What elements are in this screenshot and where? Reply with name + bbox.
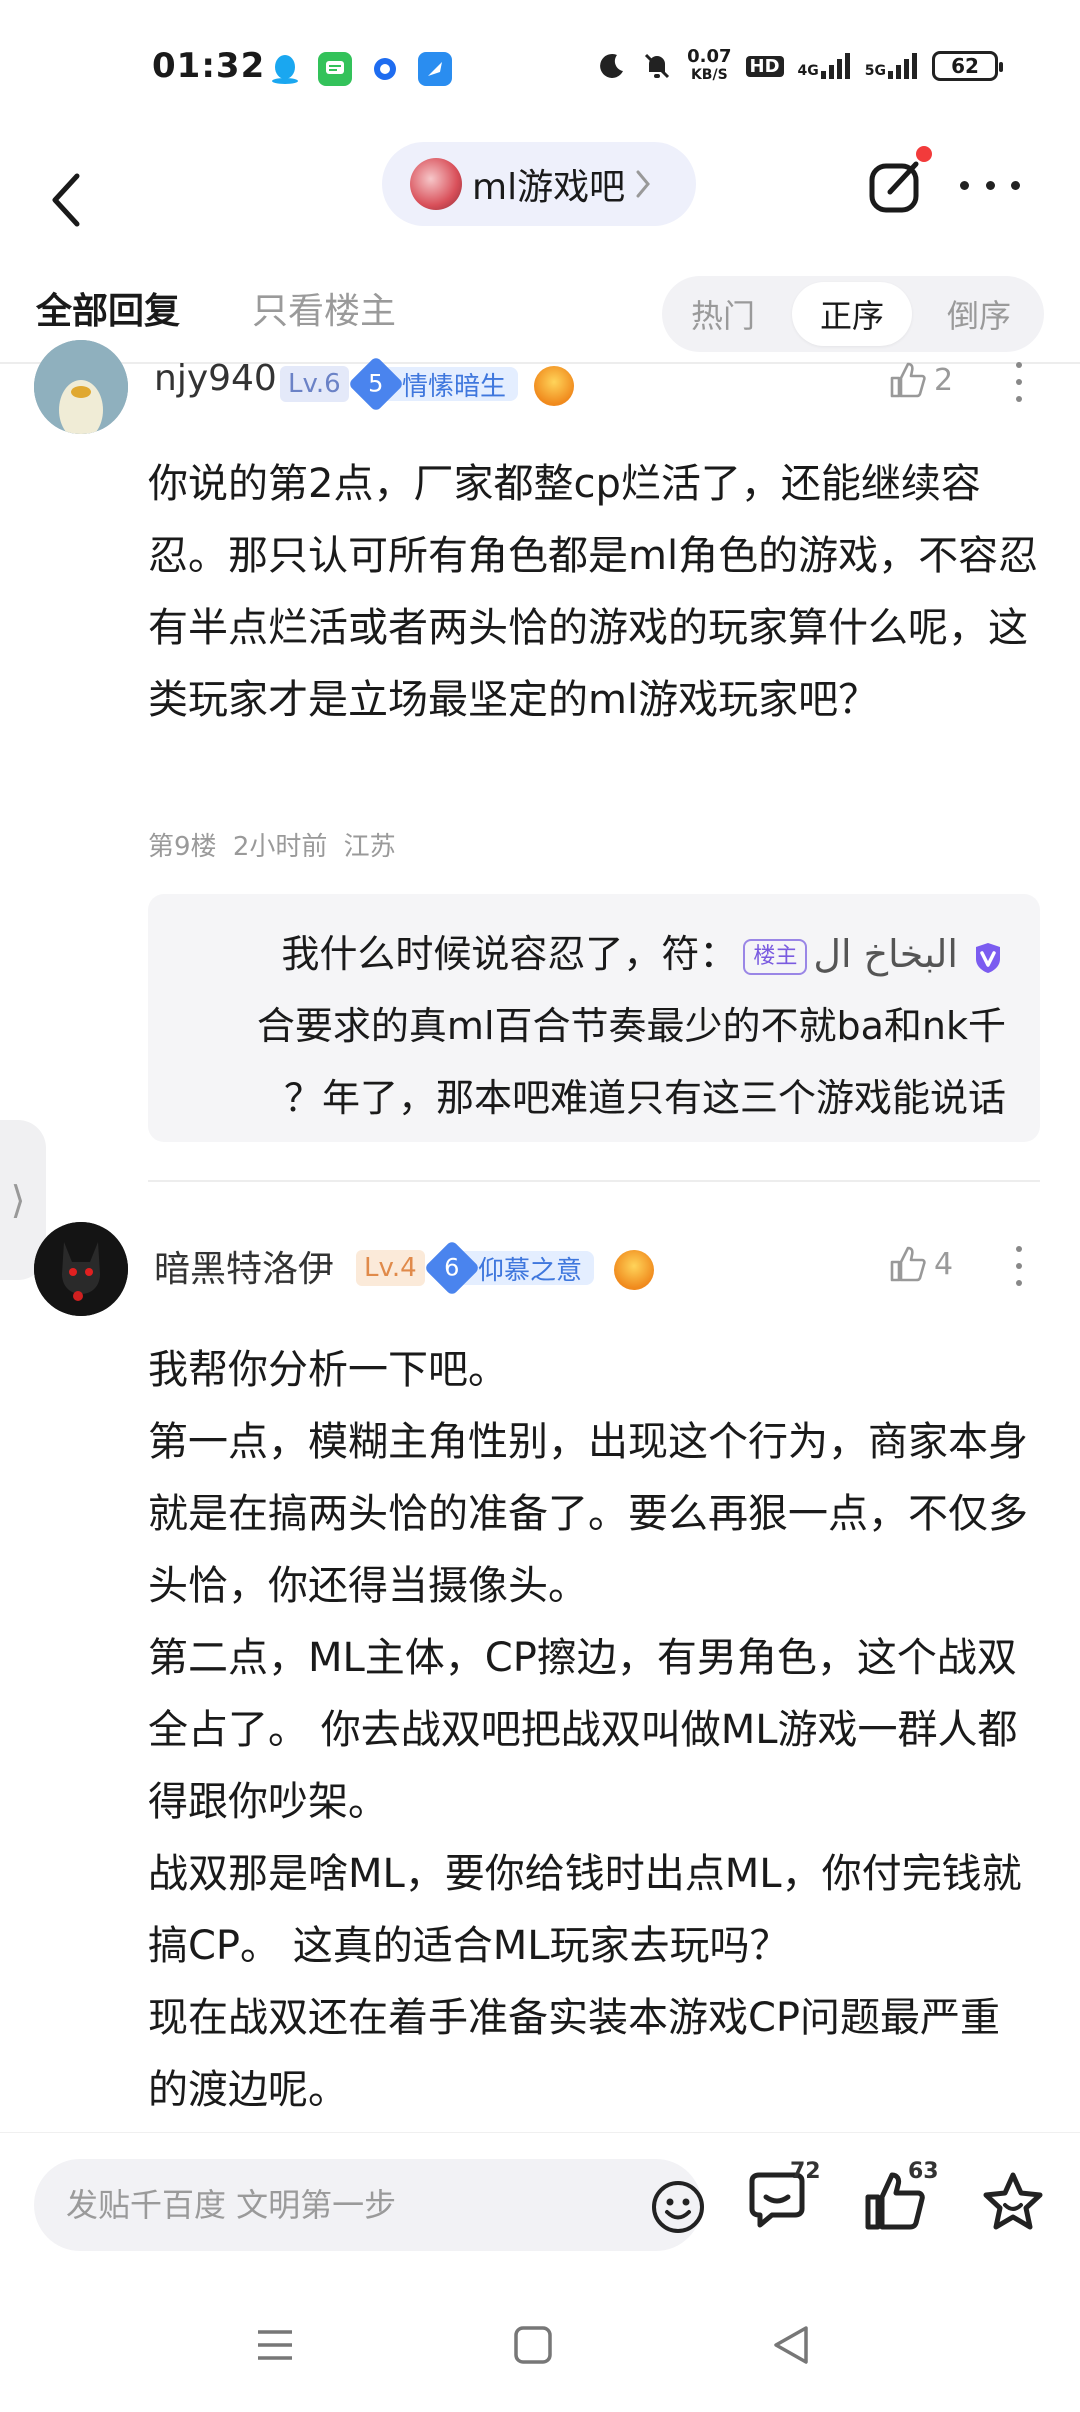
home-icon[interactable] xyxy=(510,2322,556,2368)
post-content: 我帮你分析一下吧。 第一点，模糊主角性别，出现这个行为，商家本身就是在搞两头恰的… xyxy=(148,1334,1040,2126)
comment-count: 72 xyxy=(790,2159,821,2184)
star-favorite-icon[interactable] xyxy=(978,2167,1048,2237)
medal-icon xyxy=(614,1250,654,1290)
affinity-level-value: 6 xyxy=(444,1254,460,1282)
affinity-badge: 6 仰慕之意 xyxy=(423,1239,595,1297)
affinity-title: 仰慕之意 xyxy=(460,1251,595,1286)
bottom-action-bar: 72 63 xyxy=(0,2132,1080,2272)
emoji-icon[interactable] xyxy=(650,2179,706,2235)
avatar[interactable] xyxy=(34,1222,128,1316)
reply-input[interactable] xyxy=(66,2159,606,2251)
affinity-level: 6 xyxy=(423,1239,481,1297)
post-menu-button[interactable] xyxy=(1014,1246,1024,1286)
thumbs-up-icon xyxy=(890,1246,926,1282)
like-count: 63 xyxy=(908,2159,939,2184)
username[interactable]: 暗黑特洛伊 xyxy=(154,1240,334,1292)
post-paragraph: 我帮你分析一下吧。 xyxy=(148,1347,508,1393)
menu-icon[interactable] xyxy=(252,2322,298,2368)
post-paragraph: 第一点，模糊主角性别，出现这个行为，商家本身就是在搞两头恰的准备了。要么再狠一点… xyxy=(148,1419,1028,1609)
like-button[interactable]: 4 xyxy=(888,1244,953,1284)
post-paragraph: 战双那是啥ML，要你给钱时出点ML，你付完钱就搞CP。 这真的适合ML玩家去玩吗… xyxy=(148,1851,1022,1969)
post-paragraph: 现在战双还在着手准备实装本游戏CP问题最严重的渡边呢。 xyxy=(148,1995,1001,2113)
level-badge: Lv.4 xyxy=(356,1250,425,1286)
reply-post: 暗黑特洛伊 Lv.4 6 仰慕之意 4 我帮你分析一下吧。 第一点，模糊主角性别… xyxy=(0,0,1080,2132)
menu-dot-icon xyxy=(1016,1263,1022,1269)
post-paragraph: 第二点，ML主体，CP擦边，有男角色，这个战双全占了。 你去战双吧把战双叫做ML… xyxy=(148,1635,1018,1825)
like-count: 4 xyxy=(934,1246,954,1282)
system-navigation-bar xyxy=(0,2272,1080,2412)
menu-dot-icon xyxy=(1016,1280,1022,1286)
menu-dot-icon xyxy=(1016,1246,1022,1252)
back-triangle-icon[interactable] xyxy=(768,2322,814,2368)
reply-input-container[interactable] xyxy=(34,2159,704,2251)
